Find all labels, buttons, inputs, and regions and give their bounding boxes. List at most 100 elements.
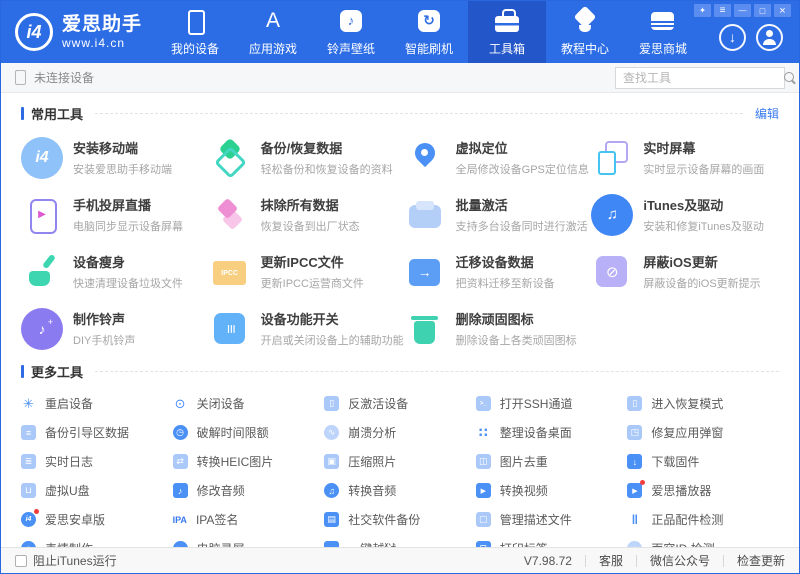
section-divider <box>95 370 779 372</box>
audio-convert-icon <box>324 483 340 498</box>
more-tool-arrange-desktop[interactable]: 整理设备桌面 <box>476 418 628 447</box>
more-tool-time-limit-crack[interactable]: 破解时间限额 <box>172 418 325 447</box>
more-tool-i4-player[interactable]: 爱思播放器 <box>627 476 779 505</box>
download-icon[interactable] <box>719 23 746 51</box>
minimize-icon[interactable] <box>734 4 751 17</box>
more-tool-video-convert[interactable]: 转换视频 <box>475 476 628 505</box>
more-tool-compress-photo[interactable]: 压缩照片 <box>324 447 476 476</box>
more-tool-label: 备份引导区数据 <box>45 426 130 440</box>
menu-icon[interactable] <box>714 4 731 17</box>
tool-desc: DIY手机铃声 <box>73 335 136 347</box>
more-tools-grid: 重启设备 关闭设备 反激活设备 打开SSH通道 进入恢复模式 备份引导区数据 破… <box>21 389 779 563</box>
search-icon[interactable] <box>784 71 796 84</box>
tool-live-screen[interactable]: 实时屏幕 实时显示设备屏幕的画面 <box>591 129 779 186</box>
more-tool-restart-device[interactable]: 重启设备 <box>21 389 173 418</box>
tool-delete-stubborn-icons[interactable]: 删除顽固图标 删除设备上各类顽固图标 <box>404 300 592 357</box>
tool-title: 屏蔽iOS更新 <box>643 255 718 270</box>
more-tool-realtime-log[interactable]: 实时日志 <box>21 447 173 476</box>
tool-make-ringtone[interactable]: 制作铃声 DIY手机铃声 <box>21 300 209 357</box>
tool-desc: 删除设备上各类顽固图标 <box>455 335 577 347</box>
close-icon[interactable] <box>774 4 791 17</box>
tool-backup-restore[interactable]: 备份/恢复数据 轻松备份和恢复设备的资料 <box>209 129 404 186</box>
tool-erase-data[interactable]: 抹除所有数据 恢复设备到出厂状态 <box>209 186 404 243</box>
smart-flash-icon <box>416 8 442 34</box>
feature-switch-icon <box>209 308 251 350</box>
more-tool-power-off[interactable]: 关闭设备 <box>173 389 325 418</box>
nav-item-mall[interactable]: 爱思商城 <box>624 1 702 63</box>
more-tool-i4-android[interactable]: 爱思安卓版 <box>21 505 173 534</box>
search-input[interactable] <box>623 70 778 85</box>
more-tool-recovery-mode[interactable]: 进入恢复模式 <box>627 389 779 418</box>
tool-feature-switch[interactable]: 设备功能开关 开启或关闭设备上的辅助功能 <box>209 300 404 357</box>
more-tool-label: 正品配件检测 <box>651 513 724 527</box>
footer-link-0[interactable]: 客服 <box>599 552 623 569</box>
nav-item-ringtone-wallpaper[interactable]: 铃声壁纸 <box>312 1 390 63</box>
skin-icon[interactable] <box>694 4 711 17</box>
more-tool-label: 压缩照片 <box>348 455 397 469</box>
footer-link-1[interactable]: 微信公众号 <box>650 552 710 569</box>
nav-item-toolbox[interactable]: 工具箱 <box>468 1 547 63</box>
footer-link-2[interactable]: 检查更新 <box>737 552 785 569</box>
more-tool-download-firmware[interactable]: 下载固件 <box>627 447 779 476</box>
more-tool-crash-analysis[interactable]: 崩溃分析 <box>324 418 476 447</box>
nav-label: 智能刷机 <box>405 41 454 56</box>
more-tool-backup-boot[interactable]: 备份引导区数据 <box>21 418 173 447</box>
virtual-location-icon <box>404 137 446 179</box>
tool-title: 迁移设备数据 <box>455 255 534 270</box>
more-tool-social-backup[interactable]: 社交软件备份 <box>324 505 476 534</box>
nav-item-tutorial[interactable]: 教程中心 <box>546 1 624 63</box>
compress-photo-icon <box>324 454 340 469</box>
more-tool-audio-convert[interactable]: 转换音频 <box>324 476 476 505</box>
tool-ipcc-update[interactable]: 更新IPCC文件 更新IPCC运营商文件 <box>209 243 404 300</box>
more-tool-heic-convert[interactable]: 转换HEIC图片 <box>172 447 325 476</box>
backup-restore-icon <box>209 137 251 179</box>
user-icon[interactable] <box>756 23 783 51</box>
more-tool-deactivate-device[interactable]: 反激活设备 <box>324 389 476 418</box>
tool-screen-mirror[interactable]: 手机投屏直播 电脑同步显示设备屏幕 <box>21 186 209 243</box>
nav-item-my-device[interactable]: 我的设备 <box>156 1 234 63</box>
nav-item-smart-flash[interactable]: 智能刷机 <box>390 1 468 63</box>
more-tool-virtual-usb[interactable]: 虚拟U盘 <box>21 476 173 505</box>
recovery-mode-icon <box>627 396 643 411</box>
tool-device-slim[interactable]: 设备瘦身 快速清理设备垃圾文件 <box>21 243 209 300</box>
video-convert-icon <box>475 483 491 498</box>
tool-desc: 轻松备份和恢复设备的资料 <box>260 164 393 176</box>
tool-itunes-driver[interactable]: iTunes及驱动 安装和修复iTunes及驱动 <box>591 186 779 243</box>
more-tool-label: 重启设备 <box>45 397 94 411</box>
more-tool-ipa-sign[interactable]: IPA签名 <box>173 505 325 534</box>
tool-migrate-data[interactable]: 迁移设备数据 把资料迁移至新设备 <box>404 243 592 300</box>
power-off-icon <box>173 396 188 411</box>
tool-install-mobile[interactable]: 安装移动端 安装爱思助手移动端 <box>21 129 209 186</box>
migrate-data-icon <box>404 251 446 293</box>
screen-mirror-icon <box>21 194 63 236</box>
more-tool-label: 实时日志 <box>45 455 94 469</box>
version-label: V7.98.72 <box>523 553 572 568</box>
make-ringtone-icon <box>21 307 63 350</box>
nav-item-app-game[interactable]: 应用游戏 <box>234 1 312 63</box>
nav-label: 铃声壁纸 <box>327 41 376 56</box>
open-ssh-icon <box>475 396 491 411</box>
backup-boot-icon <box>21 425 36 440</box>
edit-button[interactable]: 编辑 <box>755 105 779 122</box>
erase-data-icon <box>209 194 251 236</box>
more-tool-fix-popup[interactable]: 修复应用弹窗 <box>627 418 779 447</box>
more-tool-manage-profiles[interactable]: 管理描述文件 <box>475 505 628 534</box>
tool-desc: 把资料迁移至新设备 <box>455 278 555 290</box>
maximize-icon[interactable] <box>754 4 771 17</box>
more-tool-audio-edit[interactable]: 修改音频 <box>172 476 325 505</box>
tool-virtual-location[interactable]: 虚拟定位 全局修改设备GPS定位信息 <box>404 129 592 186</box>
delete-stubborn-icons-icon <box>404 308 446 350</box>
tool-search-box[interactable] <box>615 66 794 89</box>
i4-logo-icon: i4 <box>15 13 53 51</box>
more-tool-accessory-check[interactable]: 正品配件检测 <box>627 505 779 534</box>
more-tool-open-ssh[interactable]: 打开SSH通道 <box>475 389 628 418</box>
photo-dedupe-icon <box>475 454 491 469</box>
block-itunes-checkbox[interactable] <box>15 554 27 567</box>
section-title-more: 更多工具 <box>31 364 84 380</box>
tool-block-ios-update[interactable]: 屏蔽iOS更新 屏蔽设备的iOS更新提示 <box>591 243 779 300</box>
more-tool-photo-dedupe[interactable]: 图片去重 <box>475 447 628 476</box>
red-dot-badge <box>640 480 646 485</box>
more-tool-label: 爱思播放器 <box>651 484 712 498</box>
more-tool-label: 转换音频 <box>348 484 397 498</box>
tool-batch-activate[interactable]: 批量激活 支持多台设备同时进行激活 <box>404 186 592 243</box>
